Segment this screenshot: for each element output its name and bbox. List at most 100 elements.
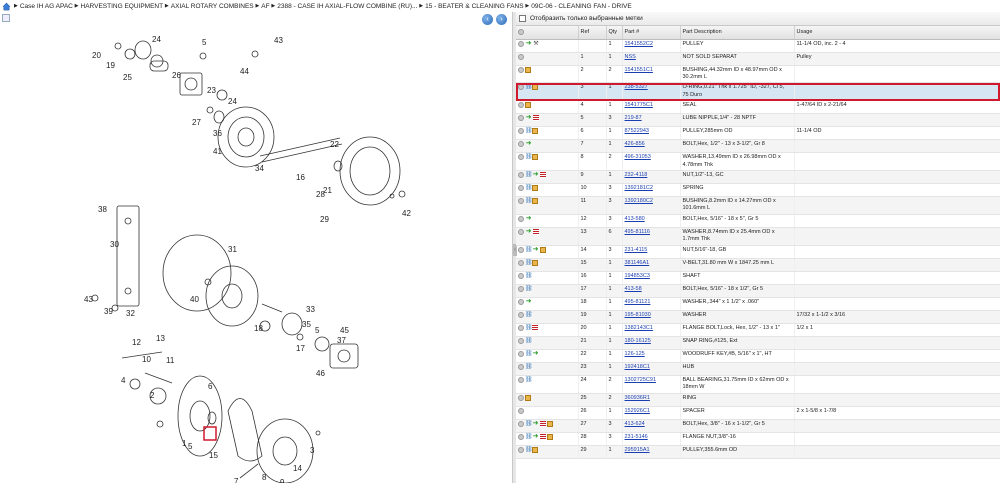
select-row-icon[interactable] bbox=[518, 272, 524, 279]
table-row[interactable]: ⛓ 3 1 238-5327 O-RING,0.21" Thk x 1.725" ID,… bbox=[516, 82, 1000, 102]
callout-34[interactable]: 34 bbox=[255, 164, 264, 173]
callout-28[interactable]: 28 bbox=[316, 190, 325, 199]
part-number-link[interactable]: 496-31053 bbox=[625, 154, 651, 160]
part-number-link[interactable]: 413-58 bbox=[625, 286, 642, 292]
select-row-icon[interactable] bbox=[518, 40, 524, 47]
link-icon[interactable]: ⛓ bbox=[525, 447, 533, 453]
part-number-link[interactable]: 1541552C2 bbox=[625, 41, 653, 47]
table-row[interactable]: ⛓➜ 28 3 231-5146 FLANGE NUT,3/8"-16 bbox=[516, 432, 1000, 446]
callout-40[interactable]: 40 bbox=[190, 295, 199, 304]
callout-18[interactable]: 18 bbox=[254, 324, 263, 333]
callout-14[interactable]: 14 bbox=[293, 464, 302, 473]
part-number-link[interactable]: 194853C3 bbox=[625, 273, 650, 279]
callout-32[interactable]: 32 bbox=[126, 309, 135, 318]
select-row-icon[interactable] bbox=[518, 115, 524, 122]
table-row[interactable]: ➜ 18 1 495-81121 WASHER,.344" x 1 1/2" x .06… bbox=[516, 297, 1000, 311]
breadcrumb-item[interactable]: ▶ 2388 - CASE IH AXIAL-FLOW COMBINE (RU).… bbox=[271, 3, 417, 10]
callout-24[interactable]: 24 bbox=[228, 97, 237, 106]
header-usage[interactable]: Usage bbox=[794, 26, 1000, 40]
part-number-link[interactable]: NSS bbox=[625, 54, 636, 60]
part-number-link[interactable]: 192418C1 bbox=[625, 364, 650, 370]
select-row-icon[interactable] bbox=[518, 420, 524, 427]
select-row-icon[interactable] bbox=[518, 350, 524, 357]
callout-36[interactable]: 36 bbox=[213, 129, 222, 138]
part-number-link[interactable]: 232-4118 bbox=[625, 172, 648, 178]
callout-26[interactable]: 26 bbox=[172, 71, 181, 80]
link-icon[interactable]: ⛓ bbox=[525, 154, 533, 160]
home-icon[interactable] bbox=[2, 2, 11, 11]
table-row[interactable]: ⛓➜ 9 1 232-4118 NUT,1/2"-13, GC bbox=[516, 170, 1000, 185]
select-row-icon[interactable] bbox=[518, 433, 524, 440]
callout-42[interactable]: 42 bbox=[402, 209, 411, 218]
callout-38[interactable]: 38 bbox=[98, 205, 107, 214]
go-arrow-icon[interactable]: ➜ bbox=[525, 140, 532, 147]
package-icon[interactable] bbox=[532, 259, 538, 266]
table-row[interactable]: ➜ 12 3 413-580 BOLT,Hex, 5/16" - 18 x 5", Gr… bbox=[516, 214, 1000, 228]
link-icon[interactable]: ⛓ bbox=[525, 364, 533, 370]
part-number-link[interactable]: 295915A1 bbox=[625, 447, 650, 453]
callout-11[interactable]: 11 bbox=[166, 356, 175, 365]
callout-12[interactable]: 12 bbox=[132, 338, 141, 347]
callout-35[interactable]: 35 bbox=[302, 320, 311, 329]
link-icon[interactable]: ⛓ bbox=[525, 434, 533, 440]
callout-6[interactable]: 6 bbox=[208, 382, 213, 391]
link-icon[interactable]: ⛓ bbox=[525, 351, 533, 357]
go-arrow-icon[interactable]: ➜ bbox=[532, 246, 539, 253]
select-row-icon[interactable] bbox=[518, 185, 524, 192]
breadcrumb-item[interactable]: ▶ HARVESTING EQUIPMENT bbox=[75, 3, 163, 10]
package-icon[interactable] bbox=[532, 198, 538, 205]
header-part-number[interactable]: Part # bbox=[622, 26, 681, 40]
part-number-link[interactable]: 495-81116 bbox=[625, 229, 651, 235]
callout-19[interactable]: 19 bbox=[106, 61, 115, 70]
part-number-link[interactable]: 1302725C91 bbox=[625, 377, 657, 383]
package-icon[interactable] bbox=[525, 394, 531, 401]
callout-4[interactable]: 4 bbox=[121, 376, 126, 385]
table-row[interactable]: ⛓ 8 2 496-31053 WASHER,13.49mm ID x 26.98mm … bbox=[516, 152, 1000, 172]
link-icon[interactable]: ⛓ bbox=[525, 312, 533, 318]
table-row[interactable]: ⛓➜ 22 1 126-125 WOODRUFF KEY,#B, 5/16" x 1",… bbox=[516, 349, 1000, 363]
callout-13[interactable]: 13 bbox=[156, 334, 165, 343]
back-nav-icon[interactable]: ‹ bbox=[482, 14, 493, 25]
table-row[interactable]: ⛓ 23 1 192418C1 HUB bbox=[516, 362, 1000, 376]
go-arrow-icon[interactable]: ➜ bbox=[532, 350, 539, 357]
callout-44[interactable]: 44 bbox=[240, 67, 249, 76]
go-arrow-icon[interactable]: ➜ bbox=[525, 298, 532, 305]
table-row[interactable]: ➜ 13 6 495-81116 WASHER,8.74mm ID x 25.4mm O… bbox=[516, 227, 1000, 246]
table-row[interactable]: 1 1 NSS NOT SOLD SEPARAT Pulley bbox=[516, 52, 1000, 66]
callout-25[interactable]: 25 bbox=[123, 73, 132, 82]
table-row[interactable]: ⛓ 10 3 1392181C2 SPRING bbox=[516, 183, 1000, 198]
table-row[interactable]: 26 1 152926C1 SPACER 2 x 1-5/8 x 1-7/8 bbox=[516, 406, 1000, 420]
table-row[interactable]: ⛓ 15 1 381146A1 V-BELT,31.80 mm W x 1847.25 … bbox=[516, 258, 1000, 272]
list-icon[interactable] bbox=[540, 172, 546, 179]
parts-diagram[interactable]: 20192425 265 43442324273622413416212838303… bbox=[0, 26, 512, 483]
select-row-icon[interactable] bbox=[518, 394, 524, 401]
select-row-icon[interactable] bbox=[518, 198, 524, 205]
callout-1[interactable]: 1 bbox=[182, 439, 187, 448]
select-row-icon[interactable] bbox=[518, 285, 524, 292]
package-icon[interactable] bbox=[540, 246, 546, 253]
select-row-icon[interactable] bbox=[518, 259, 524, 266]
part-number-link[interactable]: 495-81121 bbox=[625, 299, 651, 305]
table-row[interactable]: ⛓ 19 1 195-81030 WASHER 17/32 x 1-1/2 x 3/16 bbox=[516, 310, 1000, 324]
link-icon[interactable]: ⛓ bbox=[525, 286, 533, 292]
callout-27[interactable]: 27 bbox=[192, 118, 201, 127]
callout-5[interactable]: 5 bbox=[188, 442, 193, 451]
part-number-link[interactable]: 426-856 bbox=[625, 141, 645, 147]
link-icon[interactable]: ⛓ bbox=[525, 273, 533, 279]
part-number-link[interactable]: 126-125 bbox=[625, 351, 645, 357]
callout-43[interactable]: 43 bbox=[84, 295, 93, 304]
select-row-icon[interactable] bbox=[518, 66, 524, 73]
part-number-link[interactable]: 413-580 bbox=[625, 216, 645, 222]
select-row-icon[interactable] bbox=[518, 324, 524, 331]
part-number-link[interactable]: 238-5327 bbox=[625, 84, 648, 90]
part-number-link[interactable]: 87522943 bbox=[625, 128, 649, 134]
go-arrow-icon[interactable]: ➜ bbox=[525, 215, 532, 222]
callout-5[interactable]: 5 bbox=[202, 38, 207, 47]
list-icon[interactable] bbox=[533, 115, 539, 122]
select-row-icon[interactable] bbox=[518, 407, 524, 414]
callout-3[interactable]: 3 bbox=[310, 446, 315, 455]
callout-41[interactable]: 41 bbox=[213, 147, 222, 156]
select-row-icon[interactable] bbox=[518, 363, 524, 370]
part-number-link[interactable]: 231-5146 bbox=[625, 434, 648, 440]
list-icon[interactable] bbox=[540, 420, 546, 427]
